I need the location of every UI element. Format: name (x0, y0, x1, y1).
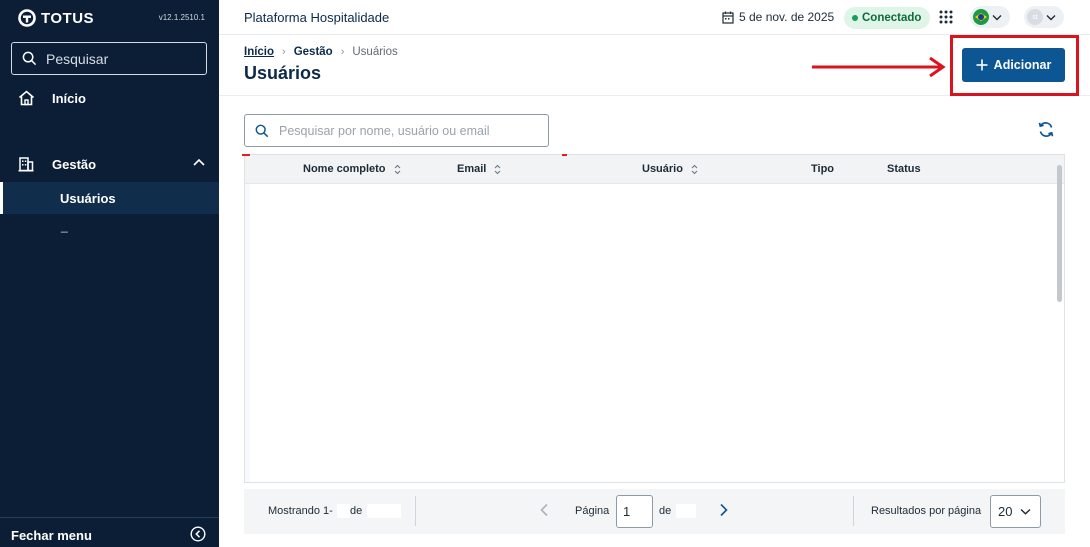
page-of-text: de (659, 505, 672, 517)
search-icon (255, 124, 269, 137)
page-number-input[interactable]: 1 (616, 495, 653, 528)
avatar: st (1027, 9, 1043, 25)
sidebar-placeholder-item: _ (61, 219, 68, 233)
sort-icon (394, 164, 400, 174)
previous-page-icon[interactable] (539, 503, 549, 517)
collapse-menu-button[interactable]: Fechar menu (0, 517, 219, 547)
chevron-left-circle-icon (190, 526, 206, 542)
app-title: Plataforma Hospitalidade (244, 10, 390, 25)
app-version: v12.1.2510.1 (158, 13, 205, 22)
table-header: Nome completo Email Usuário Tipo Status (242, 154, 1064, 184)
column-header-label: Usuário (642, 163, 683, 175)
sidebar-item-label: Gestão (52, 157, 97, 172)
chevron-down-icon (1020, 508, 1031, 515)
date-text: 5 de nov. de 2025 (739, 10, 835, 24)
breadcrumb-separator-icon: › (340, 46, 345, 58)
totus-logo-icon (18, 9, 36, 27)
apps-grid-icon[interactable] (939, 10, 953, 24)
table-body (245, 184, 250, 482)
column-header-tipo: Tipo (811, 163, 834, 175)
sidebar-item-usuarios[interactable]: Usuários (0, 182, 219, 214)
add-user-button[interactable]: Adicionar (962, 48, 1065, 82)
search-placeholder: Pesquisar por nome, usuário ou email (279, 123, 490, 138)
column-header-usuario[interactable]: Usuário (642, 163, 698, 175)
page-title: Usuários (244, 63, 322, 83)
breadcrumb-current: Usuários (352, 46, 398, 58)
next-page-icon[interactable] (719, 503, 729, 517)
sidebar-item-label: Início (52, 91, 86, 106)
showing-range-text: Mostrando 1- (268, 505, 333, 517)
users-table: Nome completo Email Usuário Tipo Status (242, 154, 1065, 483)
connection-status-badge: Conectado (844, 7, 931, 29)
pagination-bar: Mostrando 1- de Página 1 de Resultados p… (244, 489, 1065, 534)
column-header-email[interactable]: Email (457, 163, 501, 175)
column-header-nome[interactable]: Nome completo (303, 163, 401, 175)
sort-icon (691, 164, 698, 174)
sidebar: TOTUS v12.1.2510.1 Pesquisar Início Gest… (0, 0, 219, 547)
breadcrumb: Início › Gestão › Usuários (244, 46, 398, 58)
sidebar-search-input[interactable]: Pesquisar (11, 42, 207, 75)
breadcrumb-separator-icon: › (282, 46, 286, 58)
sort-icon (494, 164, 501, 174)
calendar-icon (722, 11, 734, 24)
column-header-label: Status (887, 163, 921, 175)
divider (415, 496, 416, 526)
user-search-input[interactable]: Pesquisar por nome, usuário ou email (244, 114, 549, 147)
table-scrollbar[interactable] (1057, 165, 1062, 302)
column-header-status: Status (887, 163, 921, 175)
chevron-down-icon (992, 14, 1002, 20)
status-text: Conectado (862, 12, 922, 24)
top-bar: Plataforma Hospitalidade 5 de nov. de 20… (219, 0, 1090, 35)
status-dot-icon (852, 15, 858, 21)
rows-per-page-label: Resultados por página (871, 505, 982, 517)
breadcrumb-gestao-link[interactable]: Gestão (294, 46, 333, 58)
showing-of-text: de (350, 505, 363, 517)
language-selector[interactable] (970, 6, 1010, 28)
showing-total (367, 504, 401, 518)
page-label: Página (575, 505, 610, 517)
divider (853, 496, 854, 526)
user-menu[interactable]: st (1024, 6, 1064, 28)
column-header-label: Nome completo (303, 163, 386, 175)
building-icon (18, 157, 34, 172)
brazil-flag-icon (973, 9, 989, 25)
rows-per-page-select[interactable]: 20 (990, 495, 1041, 528)
column-header-label: Tipo (811, 163, 835, 175)
loading-indicator (562, 154, 567, 156)
sidebar-item-label: Usuários (60, 191, 116, 206)
brand-logo: TOTUS (18, 9, 94, 27)
showing-range-end (337, 504, 350, 518)
search-icon (22, 51, 37, 66)
sidebar-item-inicio[interactable]: Início (0, 82, 219, 115)
home-icon (18, 90, 35, 106)
total-pages (676, 504, 696, 518)
column-header-label: Email (457, 163, 487, 175)
breadcrumb-home-link[interactable]: Início (244, 46, 274, 58)
collapse-menu-label: Fechar menu (11, 528, 92, 543)
date-display: 5 de nov. de 2025 (722, 10, 834, 24)
loading-indicator (242, 154, 250, 156)
refresh-icon[interactable] (1037, 121, 1055, 138)
plus-icon (976, 59, 988, 71)
brand-name: TOTUS (41, 9, 95, 27)
add-button-label: Adicionar (993, 58, 1052, 72)
chevron-down-icon (1046, 14, 1056, 20)
rows-per-page-value: 20 (998, 504, 1013, 519)
sidebar-item-gestao[interactable]: Gestão (0, 148, 219, 181)
sidebar-search-placeholder: Pesquisar (46, 50, 109, 67)
chevron-up-icon[interactable] (193, 158, 205, 166)
annotation-arrow-icon (812, 57, 946, 77)
